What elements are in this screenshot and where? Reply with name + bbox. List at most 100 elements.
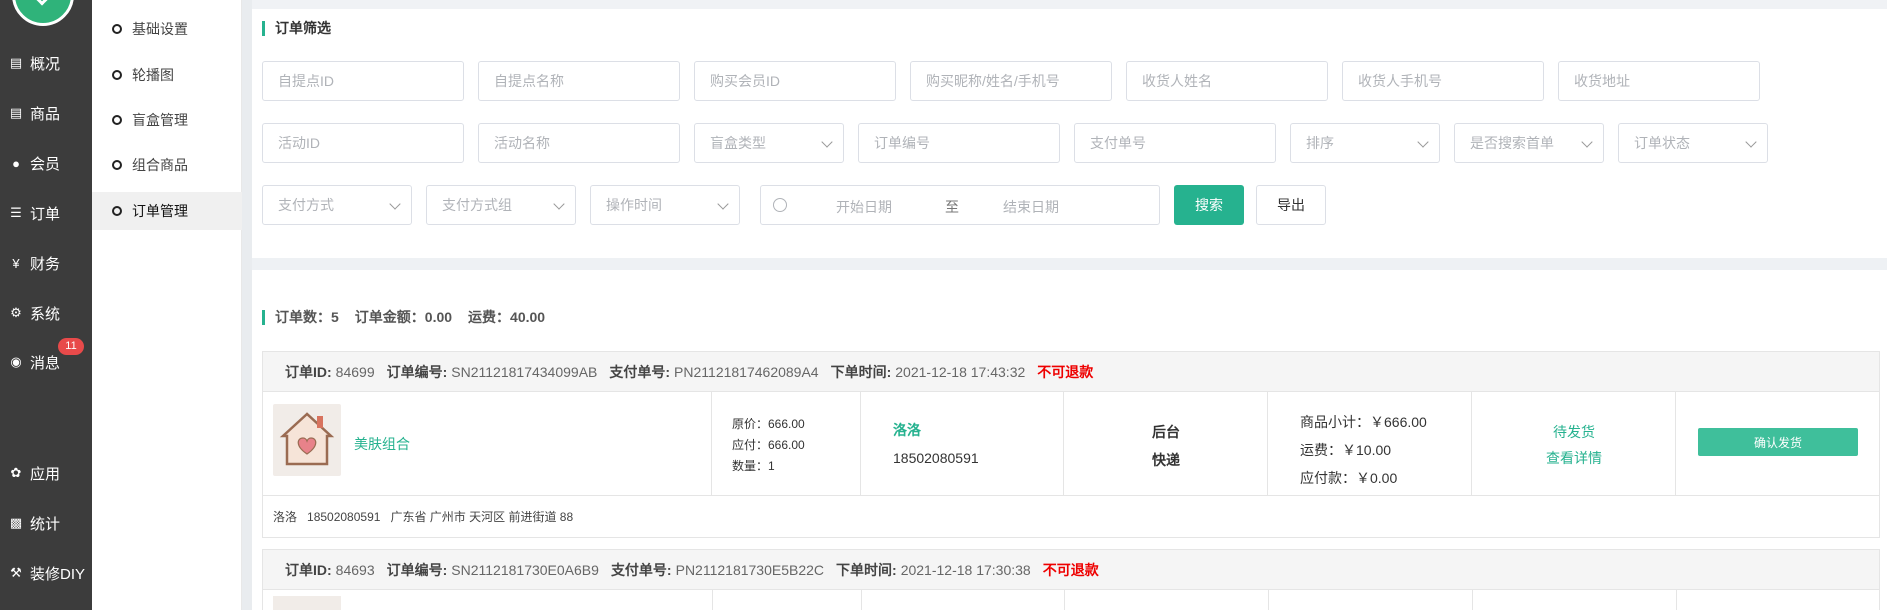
op-time-select[interactable]: 操作时间 (590, 185, 740, 225)
sub-item-label: 基础设置 (132, 21, 188, 37)
activity-id-input[interactable]: 活动ID (262, 123, 464, 163)
order-time: 2021-12-18 17:30:38 (900, 561, 1031, 578)
nav-item-overview[interactable]: ▤ 概况 (0, 48, 92, 78)
chevron-down-icon (717, 198, 729, 210)
order-body (263, 590, 1879, 610)
buyer-keyword-input[interactable]: 购买昵称/姓名/手机号 (910, 61, 1112, 101)
sub-item-order-management[interactable]: 订单管理 (92, 192, 242, 230)
product-name-link[interactable]: 美肤组合 (354, 434, 410, 454)
view-detail-link[interactable]: 查看详情 (1472, 448, 1676, 468)
product-thumbnail[interactable] (273, 404, 341, 476)
order-time-label: 下单时间: (836, 561, 897, 578)
order-no-input[interactable]: 订单编号 (858, 123, 1060, 163)
search-button[interactable]: 搜索 (1174, 185, 1244, 225)
brand-logo[interactable] (12, 0, 74, 26)
select-label: 操作时间 (606, 197, 662, 213)
nav-item-label: 会员 (30, 155, 61, 173)
nav-item-decorate[interactable]: ⚒ 装修DIY (0, 558, 92, 588)
chevron-down-icon (1745, 136, 1757, 148)
gutter (242, 0, 252, 610)
pay-no-label: 支付单号: (609, 363, 671, 380)
nav-item-goods[interactable]: ▤ 商品 (0, 98, 92, 128)
receiver-address-input[interactable]: 收货地址 (1558, 61, 1760, 101)
order-status-select[interactable]: 订单状态 (1618, 123, 1768, 163)
order-time: 2021-12-18 17:43:32 (895, 363, 1026, 380)
sub-item-label: 盲盒管理 (132, 112, 188, 128)
pay-method-select[interactable]: 支付方式 (262, 185, 412, 225)
circle-icon (112, 70, 122, 80)
blindbox-type-select[interactable]: 盲盒类型 (694, 123, 844, 163)
original-price: 原价：666.00 (732, 417, 805, 431)
sub-item-combo-goods[interactable]: 组合商品 (92, 146, 242, 184)
export-button[interactable]: 导出 (1256, 185, 1326, 225)
price-cell: 原价：666.00 应付：666.00 数量：1 (712, 392, 861, 496)
hammer-icon: ⚒ (10, 565, 22, 580)
source-cell: 后台 快递 (1064, 392, 1268, 496)
range-separator: 至 (945, 199, 959, 215)
pay-no: PN2112181730E5B22C (675, 561, 825, 578)
order-card: 订单ID: 84693 订单编号: SN2112181730E0A6B9 支付单… (262, 549, 1880, 610)
date-range-picker[interactable]: 开始日期 至 结束日期 (760, 185, 1160, 225)
order-no: SN2112181730E0A6B9 (451, 561, 599, 578)
cell-divider (1676, 590, 1677, 610)
nav-item-label: 统计 (30, 515, 61, 533)
order-id-label: 订单ID: (285, 363, 332, 380)
order-amount: 订单金额：0.00 (354, 309, 453, 325)
nav-item-stats[interactable]: ▩ 统计 (0, 508, 92, 538)
goods-subtotal: 商品小计：￥666.00 (1300, 414, 1427, 430)
refund-status: 不可退款 (1042, 561, 1099, 578)
select-label: 盲盒类型 (710, 135, 766, 151)
buyer-name-link[interactable]: 洛洛 (893, 420, 921, 440)
nav-item-label: 商品 (30, 105, 61, 123)
receiver-name: 洛洛 (273, 510, 298, 524)
nav-item-finance[interactable]: ¥ 财务 (0, 248, 92, 278)
cell-divider (1268, 590, 1269, 610)
status-cell: 待发货 查看详情 (1472, 392, 1676, 496)
nav-item-label: 财务 (30, 255, 61, 273)
order-no-label: 订单编号: (386, 363, 448, 380)
nav-item-system[interactable]: ⚙ 系统 (0, 298, 92, 328)
pay-group-select[interactable]: 支付方式组 (426, 185, 576, 225)
delivery-method: 快递 (1152, 452, 1180, 468)
house-heart-icon (279, 412, 335, 466)
pickup-name-input[interactable]: 自提点名称 (478, 61, 680, 101)
title-accent-bar (262, 20, 265, 36)
product-cell: 美肤组合 (263, 392, 712, 496)
product-thumbnail[interactable] (273, 596, 341, 610)
nav-item-members[interactable]: ● 会员 (0, 148, 92, 178)
sub-menu: 基础设置 轮播图 盲盒管理 组合商品 订单管理 (92, 0, 242, 610)
sub-item-banner[interactable]: 轮播图 (92, 56, 242, 94)
start-date-input[interactable]: 开始日期 (836, 197, 892, 217)
first-order-select[interactable]: 是否搜索首单 (1454, 123, 1604, 163)
nav-item-apps[interactable]: ✿ 应用 (0, 458, 92, 488)
order-footer: 洛洛 18502080591 广东省 广州市 天河区 前进街道 88 (263, 496, 1879, 537)
sub-item-basic-settings[interactable]: 基础设置 (92, 10, 242, 48)
pickup-id-input[interactable]: 自提点ID (262, 61, 464, 101)
nav-item-orders[interactable]: ☰ 订单 (0, 198, 92, 228)
sub-item-blindbox[interactable]: 盲盒管理 (92, 101, 242, 139)
receiver-name-input[interactable]: 收货人姓名 (1126, 61, 1328, 101)
receiver-phone-input[interactable]: 收货人手机号 (1342, 61, 1544, 101)
select-label: 排序 (1306, 135, 1334, 151)
order-header: 订单ID: 84693 订单编号: SN2112181730E0A6B9 支付单… (263, 550, 1879, 590)
users-icon: ● (12, 155, 20, 171)
member-id-input[interactable]: 购买会员ID (694, 61, 896, 101)
activity-name-input[interactable]: 活动名称 (478, 123, 680, 163)
nav-item-label: 概况 (30, 55, 61, 73)
select-label: 支付方式 (278, 197, 334, 213)
summary-accent-bar (262, 309, 265, 325)
order-header: 订单ID: 84699 订单编号: SN21121817434099AB 支付单… (263, 352, 1879, 392)
chevron-down-icon (1581, 136, 1593, 148)
confirm-ship-button[interactable]: 确认发货 (1698, 428, 1858, 456)
buyer-phone: 18502080591 (893, 450, 979, 466)
sort-select[interactable]: 排序 (1290, 123, 1440, 163)
doc-icon: ▤ (9, 55, 23, 70)
nav-item-label: 装修DIY (30, 565, 86, 583)
chevron-down-icon (821, 136, 833, 148)
order-id: 84699 (335, 363, 375, 380)
pay-no-label: 支付单号: (610, 561, 672, 578)
end-date-input[interactable]: 结束日期 (1003, 197, 1059, 217)
pay-no-input[interactable]: 支付单号 (1074, 123, 1276, 163)
action-cell: 确认发货 (1676, 392, 1880, 496)
order-summary: 订单数：5 订单金额：0.00 运费：40.00 (262, 307, 561, 327)
